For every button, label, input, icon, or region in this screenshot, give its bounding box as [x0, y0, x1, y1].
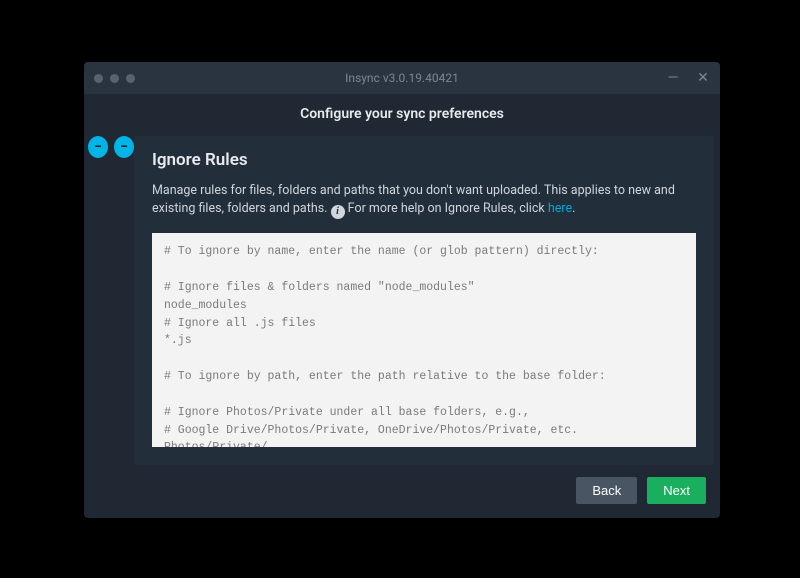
app-window: Insync v3.0.19.40421 — ✕ Configure your …: [84, 62, 720, 518]
desc-text-2: For more help on Ignore Rules, click: [345, 201, 548, 216]
footer: Back Next: [84, 465, 720, 518]
account-tab-1[interactable]: −: [88, 136, 108, 158]
window-controls: — ✕: [662, 67, 714, 89]
traffic-minimize[interactable]: [110, 74, 119, 83]
window-title: Insync v3.0.19.40421: [84, 71, 720, 85]
page-title: Configure your sync preferences: [84, 94, 720, 136]
traffic-lights: [94, 74, 135, 83]
account-tab-2[interactable]: −: [114, 136, 134, 158]
ignore-rules-editor[interactable]: # To ignore by name, enter the name (or …: [152, 233, 696, 447]
next-button[interactable]: Next: [647, 477, 706, 504]
panel-description: Manage rules for files, folders and path…: [152, 182, 696, 219]
minimize-icon[interactable]: —: [662, 67, 684, 89]
back-button[interactable]: Back: [576, 477, 637, 504]
account-tabs: − −: [84, 136, 134, 465]
titlebar: Insync v3.0.19.40421 — ✕: [84, 62, 720, 94]
ignore-rules-panel: Ignore Rules Manage rules for files, fol…: [134, 136, 714, 465]
info-icon[interactable]: i: [331, 205, 345, 219]
traffic-zoom[interactable]: [126, 74, 135, 83]
content-row: − − Ignore Rules Manage rules for files,…: [84, 136, 720, 465]
panel-title: Ignore Rules: [152, 150, 696, 170]
traffic-close[interactable]: [94, 74, 103, 83]
help-link[interactable]: here: [548, 201, 572, 216]
close-icon[interactable]: ✕: [692, 67, 714, 89]
desc-end: .: [572, 201, 575, 216]
